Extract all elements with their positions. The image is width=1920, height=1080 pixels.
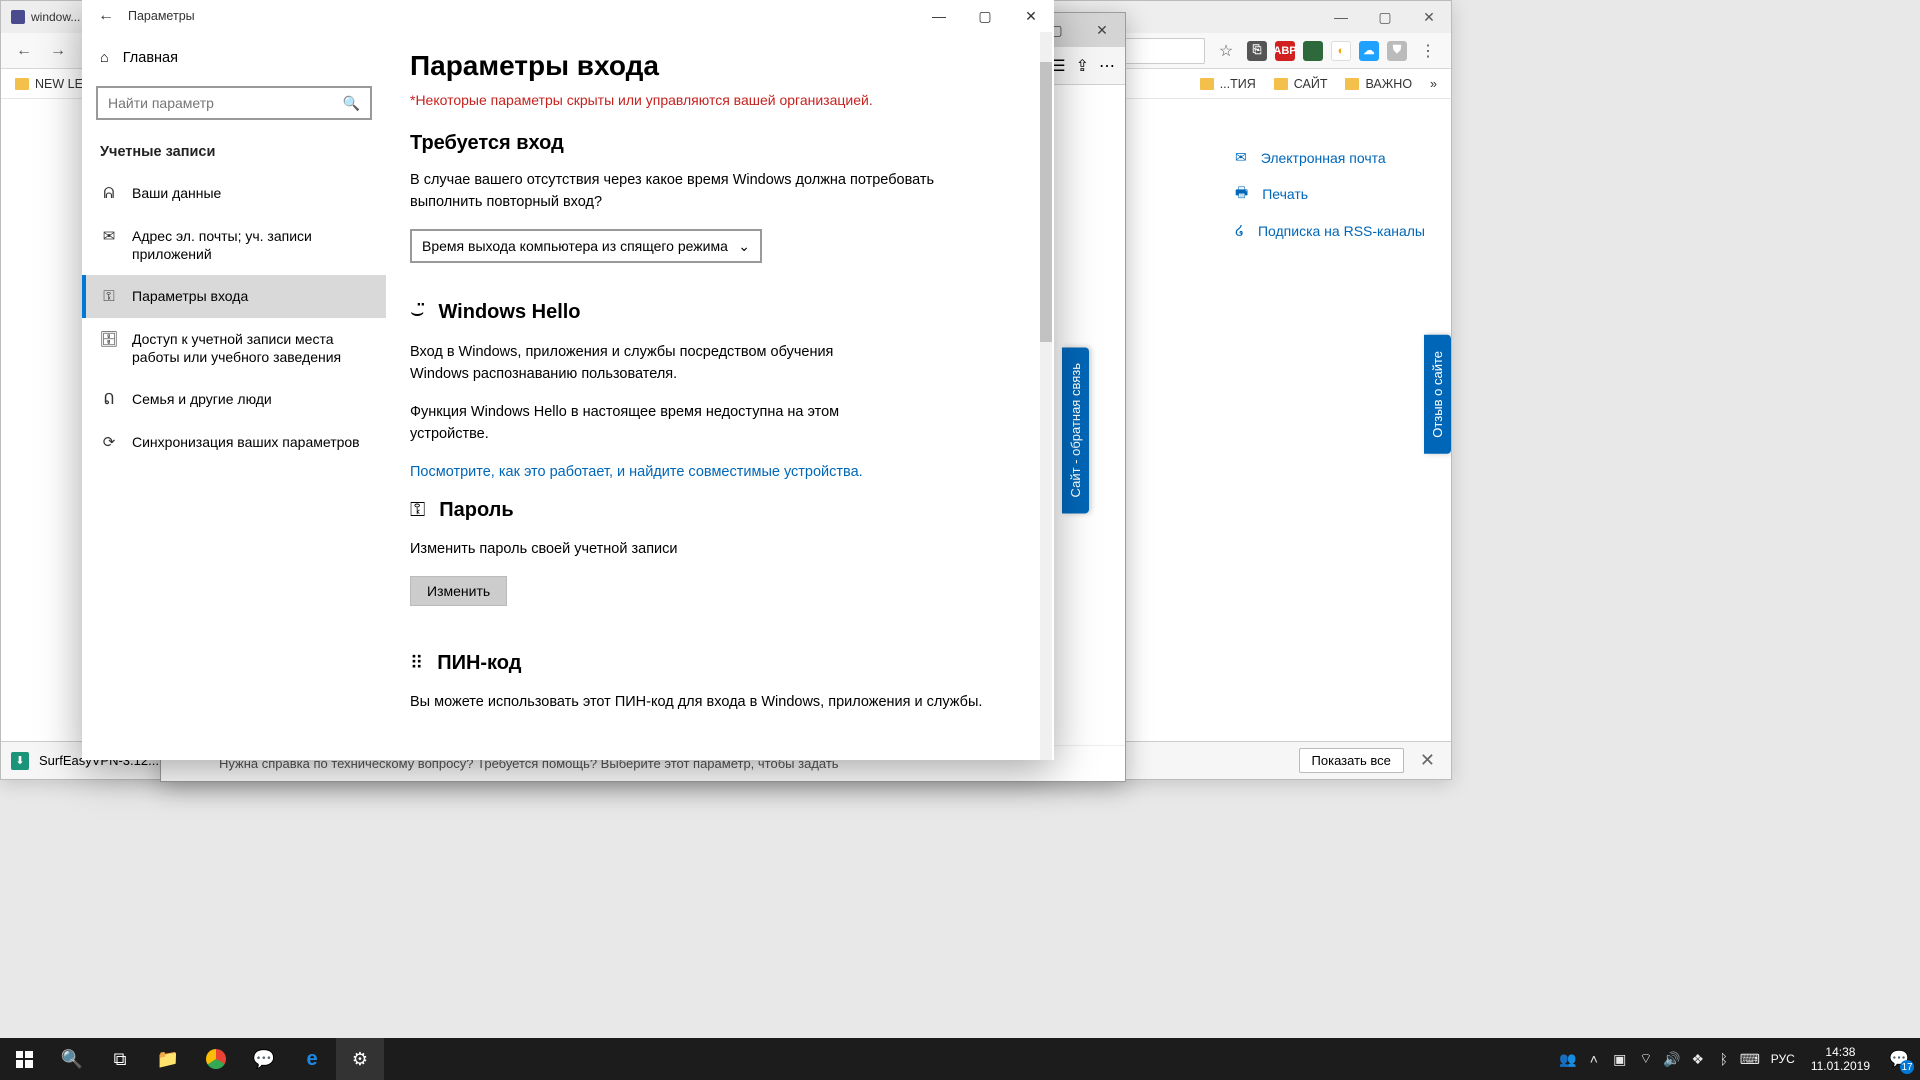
bookmark-folder[interactable]: ...ТИЯ [1200,77,1256,91]
more-icon[interactable]: ⋯ [1099,56,1115,76]
chevron-down-icon: ⌄ [738,238,750,255]
home-icon: ⌂ [100,50,109,66]
language-indicator[interactable]: РУС [1763,1052,1803,1066]
nav-your-info[interactable]: ᕱ Ваши данные [82,172,386,215]
nav-email[interactable]: ✉ Адрес эл. почты; уч. записи приложений [82,215,386,275]
taskbar: 🔍 ⧉ 📁 💬 e ⚙ 👥 ˄ ▣ ⌔ 🔊 ❖ ᛒ ⌨ РУС 14:38 11… [0,1038,1920,1080]
share-icon[interactable]: ⇪ [1076,56,1089,76]
extension-icon[interactable]: ☁ [1359,41,1379,61]
family-icon: ᕠ [100,391,118,409]
feedback-tab[interactable]: Отзыв о сайте [1424,335,1451,454]
close-button[interactable]: ✕ [1079,13,1125,47]
action-center-button[interactable]: 💬17 [1878,1038,1920,1080]
signin-required-desc: В случае вашего отсутствия через какое в… [410,169,1000,213]
minimize-button[interactable]: — [1319,1,1363,33]
download-file-icon: ⬇ [11,752,29,770]
pin-icon: ⠿ [410,653,423,674]
task-view-button[interactable]: ⧉ [96,1038,144,1080]
people-tray-icon[interactable]: 👥 [1555,1038,1581,1080]
star-icon[interactable]: ☆ [1213,38,1239,64]
tray-chevron-icon[interactable]: ˄ [1581,1038,1607,1080]
keyboard-tray-icon[interactable]: ⌨ [1737,1038,1763,1080]
hello-icon: ⌣̈ [410,299,424,325]
hello-heading: Windows Hello [438,301,580,324]
nav-sync[interactable]: ⟳ Синхронизация ваших параметров [82,421,386,464]
bt-tray-icon[interactable]: ᛒ [1711,1038,1737,1080]
taskbar-clock[interactable]: 14:38 11.01.2019 [1803,1045,1878,1073]
hello-desc2: Функция Windows Hello в настоящее время … [410,401,840,445]
pin-desc: Вы можете использовать этот ПИН-код для … [410,691,1000,713]
nav-home[interactable]: ⌂ Главная [82,40,386,76]
signin-required-select[interactable]: Время выхода компьютера из спящего режим… [410,229,762,263]
start-button[interactable] [0,1038,48,1080]
site-feedback-tab[interactable]: Сайт - обратная связь [1062,347,1089,513]
close-button[interactable]: ✕ [1407,1,1451,33]
hello-link[interactable]: Посмотрите, как это работает, и найдите … [410,464,863,480]
settings-search-input[interactable]: Найти параметр 🔍 [96,86,372,120]
password-desc: Изменить пароль своей учетной записи [410,538,1000,560]
sync-icon: ⟳ [100,434,118,452]
signin-required-heading: Требуется вход [410,132,1014,155]
print-link[interactable]: 🖶Печать [1235,174,1425,214]
page-title: Параметры входа [410,50,1014,82]
bookmark-folder[interactable]: САЙТ [1274,77,1328,91]
edge-button[interactable]: e [288,1038,336,1080]
nav-category: Учетные записи [82,134,386,172]
key-icon: ⚿ [100,288,118,306]
close-button[interactable]: ✕ [1008,0,1054,32]
mail-icon: ✉ [100,228,118,246]
change-password-button[interactable]: Изменить [410,576,507,606]
wifi-tray-icon[interactable]: ⌔ [1633,1038,1659,1080]
settings-content: Параметры входа *Некоторые параметры скр… [386,32,1054,760]
hello-desc1: Вход в Windows, приложения и службы поср… [410,341,840,385]
settings-window: ← Параметры — ▢ ✕ ⌂ Главная Найти параме… [82,0,1054,760]
menu-button[interactable]: ⋮ [1415,38,1441,64]
chrome-button[interactable] [192,1038,240,1080]
downloads-close-button[interactable]: ✕ [1414,750,1441,771]
extension-icon[interactable]: ⎘ [1247,41,1267,61]
pin-heading: ПИН-код [437,652,521,675]
file-explorer-button[interactable]: 📁 [144,1038,192,1080]
settings-titlebar: ← Параметры — ▢ ✕ [82,0,1054,32]
back-button[interactable]: ← [90,7,122,25]
nav-back-button[interactable]: ← [11,38,37,64]
password-heading: Пароль [439,499,513,522]
browser-tab[interactable]: window... [1,1,91,33]
extension-icon[interactable]: ⛊ [1387,41,1407,61]
nav-family[interactable]: ᕠ Семья и другие люди [82,378,386,421]
chat-button[interactable]: 💬 [240,1038,288,1080]
email-link[interactable]: ✉Электронная почта [1235,141,1425,174]
nav-signin-options[interactable]: ⚿ Параметры входа [82,275,386,318]
maximize-button[interactable]: ▢ [1363,1,1407,33]
settings-button[interactable]: ⚙ [336,1038,384,1080]
settings-nav: ⌂ Главная Найти параметр 🔍 Учетные запис… [82,32,386,760]
search-icon: 🔍 [343,95,360,112]
org-warning: *Некоторые параметры скрыты или управляю… [410,92,1014,108]
window-title: Параметры [122,9,195,23]
person-icon: ᕱ [100,185,118,203]
battery-tray-icon[interactable]: ▣ [1607,1038,1633,1080]
nav-work-access[interactable]: 🗄 Доступ к учетной записи места работы и… [82,318,386,378]
work-icon: 🗄 [100,331,118,349]
search-button[interactable]: 🔍 [48,1038,96,1080]
key-icon: ⚿ [410,499,425,522]
volume-tray-icon[interactable]: 🔊 [1659,1038,1685,1080]
bookmark-folder[interactable]: ВАЖНО [1345,77,1412,91]
dropbox-tray-icon[interactable]: ❖ [1685,1038,1711,1080]
nav-forward-button[interactable]: → [45,38,71,64]
bookmark-overflow[interactable]: » [1430,77,1437,91]
adblock-icon[interactable]: ABP [1275,41,1295,61]
scrollbar[interactable] [1040,32,1052,760]
show-all-downloads-button[interactable]: Показать все [1299,748,1404,773]
maximize-button[interactable]: ▢ [962,0,1008,32]
rss-link[interactable]: ໒Подписка на RSS-каналы [1235,214,1425,247]
extension-icon[interactable]: ◐ [1331,41,1351,61]
extension-icon[interactable] [1303,41,1323,61]
minimize-button[interactable]: — [916,0,962,32]
